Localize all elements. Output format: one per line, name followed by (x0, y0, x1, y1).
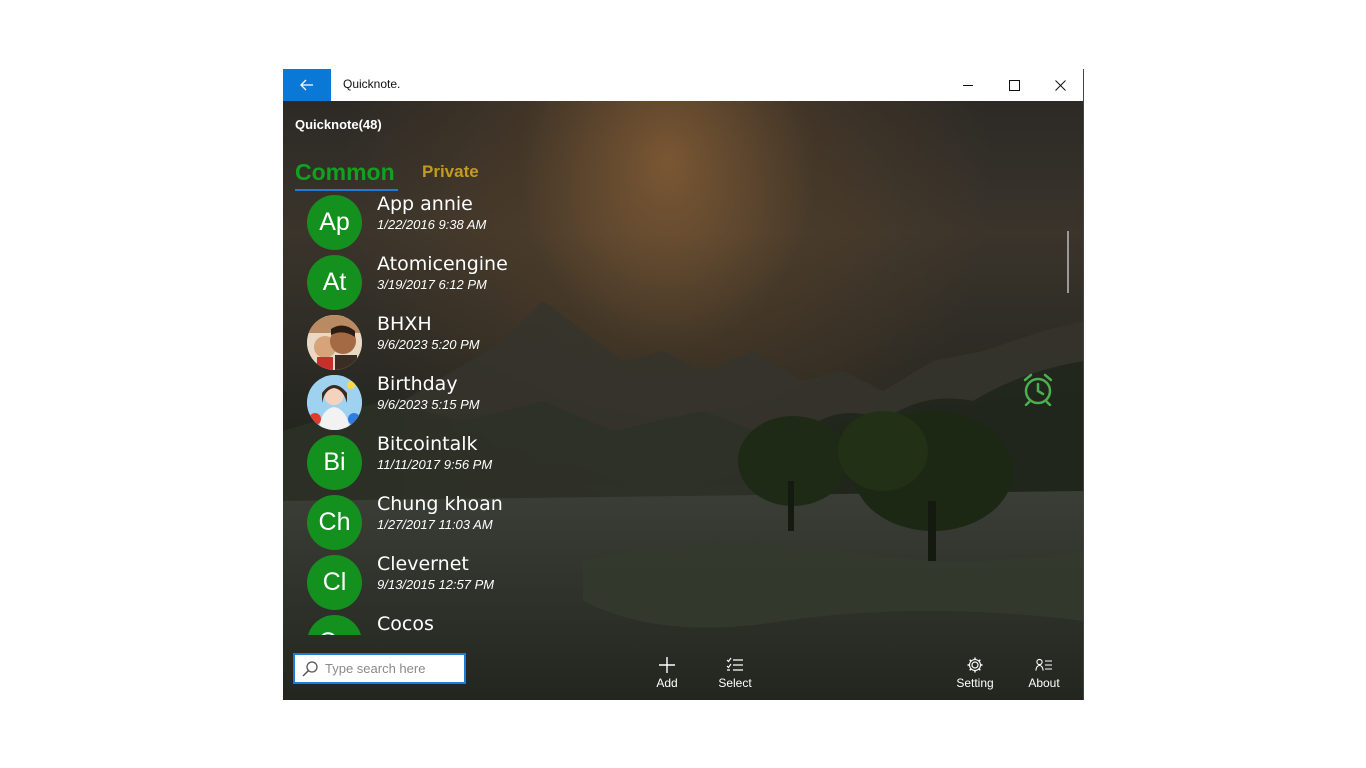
list-item[interactable]: Co Cocos (283, 611, 843, 635)
setting-button[interactable]: Setting (945, 654, 1005, 690)
maximize-button[interactable] (991, 69, 1037, 101)
list-item[interactable]: Birthday 9/6/2023 5:15 PM (283, 371, 843, 431)
about-button[interactable]: About (1014, 654, 1074, 690)
close-icon (1054, 79, 1066, 91)
alarm-button[interactable] (1021, 372, 1055, 411)
note-date: 1/22/2016 9:38 AM (377, 217, 487, 232)
search-box[interactable] (293, 653, 466, 684)
plus-icon (659, 657, 675, 673)
note-title: App annie (377, 193, 473, 215)
app-window: Quicknote. Quicknote(48) Common Private … (283, 69, 1084, 700)
window-title: Quicknote. (343, 77, 401, 91)
avatar: Ch (307, 495, 362, 550)
note-title: Atomicengine (377, 253, 508, 275)
list-item[interactable]: BHXH 9/6/2023 5:20 PM (283, 311, 843, 371)
note-title: Bitcointalk (377, 433, 478, 455)
close-button[interactable] (1037, 69, 1083, 101)
about-label: About (1028, 676, 1060, 690)
command-bar: Add Select (283, 646, 1083, 700)
note-date: 3/19/2017 6:12 PM (377, 277, 487, 292)
select-label: Select (718, 676, 752, 690)
list-item[interactable]: Ap App annie 1/22/2016 9:38 AM (283, 191, 843, 251)
search-input[interactable] (323, 660, 457, 677)
contact-info-icon (1035, 658, 1052, 671)
add-button[interactable]: Add (637, 654, 697, 690)
notes-list: Ap App annie 1/22/2016 9:38 AM At Atomic… (283, 191, 1043, 635)
note-date: 1/27/2017 11:03 AM (377, 517, 493, 532)
note-date: 9/13/2015 12:57 PM (377, 577, 495, 592)
minimize-icon (962, 84, 973, 86)
avatar-photo (307, 375, 362, 430)
note-title: Chung khoan (377, 493, 503, 515)
note-title: Clevernet (377, 553, 469, 575)
note-date: 9/6/2023 5:20 PM (377, 337, 480, 352)
list-item[interactable]: At Atomicengine 3/19/2017 6:12 PM (283, 251, 843, 311)
back-button[interactable] (283, 69, 331, 101)
checklist-icon (726, 657, 743, 671)
title-bar: Quicknote. (283, 69, 1083, 101)
list-item[interactable]: Bi Bitcointalk 11/11/2017 9:56 PM (283, 431, 843, 491)
list-scrollbar[interactable] (1067, 231, 1069, 293)
select-button[interactable]: Select (705, 654, 765, 690)
avatar: Cl (307, 555, 362, 610)
gear-icon (967, 657, 983, 673)
list-item[interactable]: Ch Chung khoan 1/27/2017 11:03 AM (283, 491, 843, 551)
setting-label: Setting (956, 676, 994, 690)
tab-common[interactable]: Common (295, 159, 395, 186)
note-title: BHXH (377, 313, 432, 335)
add-label: Add (656, 676, 678, 690)
back-arrow-icon (300, 79, 313, 91)
avatar: Bi (307, 435, 362, 490)
note-title: Cocos (377, 613, 434, 635)
avatar: At (307, 255, 362, 310)
minimize-button[interactable] (945, 69, 991, 101)
search-icon (302, 660, 318, 677)
list-item[interactable]: Cl Clevernet 9/13/2015 12:57 PM (283, 551, 843, 611)
main-content: Quicknote(48) Common Private Ap App anni… (283, 101, 1083, 700)
note-date: 9/6/2023 5:15 PM (377, 397, 480, 412)
alarm-clock-icon (1023, 373, 1053, 407)
avatar: Ap (307, 195, 362, 250)
note-date: 11/11/2017 9:56 PM (377, 457, 493, 472)
avatar-photo (307, 315, 362, 370)
note-title: Birthday (377, 373, 458, 395)
notes-count-title: Quicknote(48) (295, 117, 382, 132)
tab-private[interactable]: Private (422, 162, 479, 182)
maximize-icon (1008, 79, 1020, 91)
avatar: Co (307, 615, 362, 635)
